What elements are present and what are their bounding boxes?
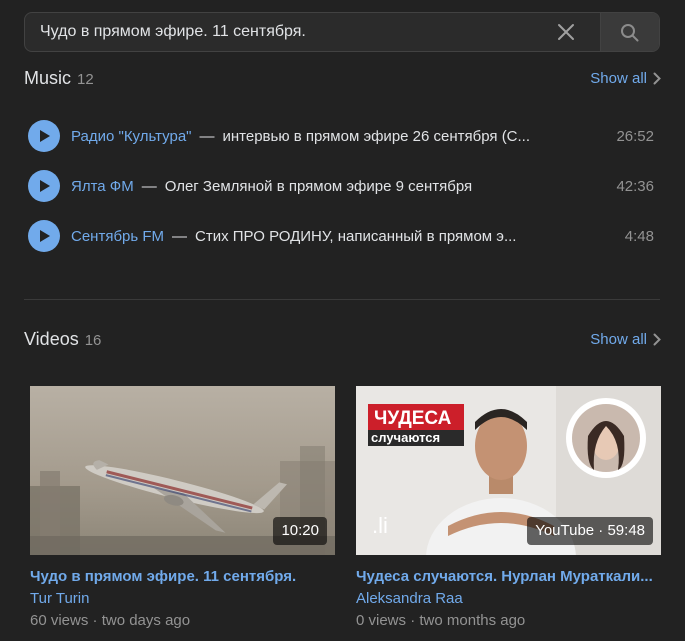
search-button[interactable]: [600, 13, 659, 51]
track-dash: —: [199, 127, 215, 145]
play-icon[interactable]: [28, 120, 60, 152]
video-author[interactable]: Aleksandra Raa: [356, 590, 661, 607]
track-duration: 42:36: [616, 177, 654, 195]
chevron-right-icon: [653, 72, 661, 85]
track-title: интервью в прямом эфире 26 сентября (С..…: [222, 127, 531, 145]
video-duration: 10:20: [273, 517, 327, 545]
track-dash: —: [172, 227, 188, 245]
video-views: 60 views: [30, 612, 89, 629]
videos-section-header: Videos 16: [24, 329, 101, 350]
video-author[interactable]: Tur Turin: [30, 590, 335, 607]
thumb-headline: ЧУДЕСА: [374, 408, 452, 429]
play-icon[interactable]: [28, 170, 60, 202]
thumb-logo-text: .li: [372, 513, 388, 538]
track-row[interactable]: Ялта ФМ — Олег Земляной в прямом эфире 9…: [28, 170, 656, 202]
video-date: two days ago: [101, 612, 191, 629]
video-thumbnail[interactable]: 10:20: [30, 386, 335, 555]
close-icon[interactable]: [555, 21, 577, 43]
track-row[interactable]: Сентябрь FM — Стих ПРО РОДИНУ, написанны…: [28, 220, 656, 252]
track-artist[interactable]: Сентябрь FM: [71, 228, 164, 245]
video-views: 0 views: [356, 612, 407, 629]
track-title: Олег Земляной в прямом эфире 9 сентября: [164, 177, 473, 195]
chevron-right-icon: [653, 333, 661, 346]
videos-section-title: Videos: [24, 329, 79, 349]
track-artist[interactable]: Ялта ФМ: [71, 178, 134, 195]
track-duration: 26:52: [616, 127, 654, 145]
video-title[interactable]: Чудеса случаются. Нурлан Мураткали...: [356, 568, 661, 585]
track-duration: 4:48: [624, 227, 654, 245]
meta-separator: ·: [92, 612, 98, 629]
search-bar: [24, 12, 660, 52]
video-meta: 60 views · two days ago: [30, 612, 335, 629]
show-all-label: Show all: [590, 331, 647, 348]
search-icon: [621, 24, 639, 42]
video-thumbnail[interactable]: .li ЧУДЕСА случаются YouTube · 59:48: [356, 386, 661, 555]
show-all-label: Show all: [590, 70, 647, 87]
thumb-subheadline: случаются: [371, 430, 440, 445]
play-icon[interactable]: [28, 220, 60, 252]
search-input[interactable]: [25, 13, 565, 51]
videos-count: 16: [84, 332, 102, 349]
track-dash: —: [141, 177, 157, 195]
track-artist[interactable]: Радио "Культура": [71, 128, 192, 145]
video-title[interactable]: Чудо в прямом эфире. 11 сентября.: [30, 568, 335, 585]
music-section-header: Music 12: [24, 68, 94, 89]
music-show-all-link[interactable]: Show all: [590, 70, 661, 87]
video-card: 10:20 Чудо в прямом эфире. 11 сентября. …: [30, 386, 335, 629]
video-date: two months ago: [419, 612, 526, 629]
video-meta: 0 views · two months ago: [356, 612, 661, 629]
video-duration: YouTube · 59:48: [527, 517, 653, 545]
music-section-title: Music: [24, 68, 72, 88]
section-divider: [24, 299, 660, 300]
track-row[interactable]: Радио "Культура" — интервью в прямом эфи…: [28, 120, 656, 152]
track-title: Стих ПРО РОДИНУ, написанный в прямом э..…: [195, 227, 517, 245]
meta-separator: ·: [410, 612, 416, 629]
video-card: .li ЧУДЕСА случаются YouTube · 59:48 Чуд…: [356, 386, 661, 629]
videos-show-all-link[interactable]: Show all: [590, 331, 661, 348]
music-count: 12: [77, 71, 94, 88]
